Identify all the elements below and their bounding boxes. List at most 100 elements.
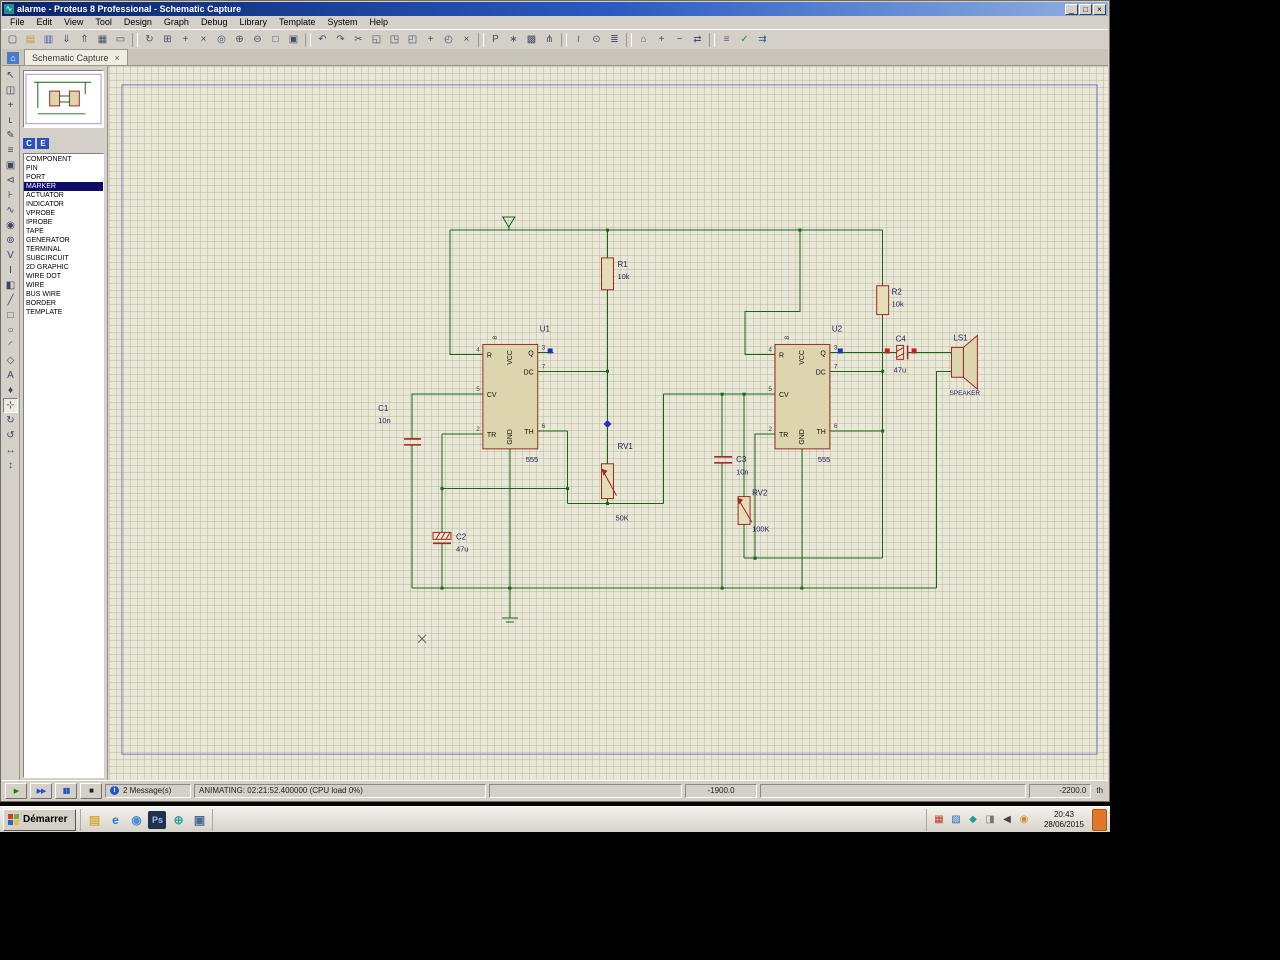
search-button[interactable]: ⊙ [588,32,605,48]
tray-icon-4[interactable]: ◨ [983,813,997,827]
pan-button[interactable]: ◎ [213,32,230,48]
mark-output-area-button[interactable]: ▭ [112,32,129,48]
component-c2[interactable]: C2 47u [432,531,468,553]
toggle-origin-button[interactable]: + [177,32,194,48]
component-c4[interactable]: C4 47u [894,334,909,374]
selection-mode[interactable]: ↖ [3,68,18,83]
import-button[interactable]: ⇓ [58,32,75,48]
stop-button[interactable]: ■ [80,782,102,799]
2d-text-mode[interactable]: A [3,368,18,383]
current-probe-mode[interactable]: I [3,263,18,278]
graph-mode[interactable]: ∿ [3,203,18,218]
redo-button[interactable]: ↷ [332,32,349,48]
minimize-button[interactable]: _ [1065,3,1078,15]
power-terminal[interactable] [501,216,516,229]
2d-path-mode[interactable]: ◇ [3,353,18,368]
bom-button[interactable]: ≡ [718,32,735,48]
component-u2[interactable]: R CV TR Q DC TH VCC GND 8 4 5 2 3 7 6 U2… [768,325,842,464]
block-rotate-button[interactable]: ◴ [440,32,457,48]
style-vprobe[interactable]: VPROBE [24,209,103,218]
component-mode[interactable]: ◫ [3,83,18,98]
paste-button[interactable]: ◳ [386,32,403,48]
style-border[interactable]: BORDER [24,299,103,308]
titlebar[interactable]: ∿ alarme - Proteus 8 Professional - Sche… [2,2,1108,16]
schematic-overview[interactable] [23,70,104,128]
make-device-button[interactable]: ∗ [505,32,522,48]
style-component[interactable]: COMPONENT [24,155,103,164]
component-r2[interactable]: R2 10k [876,285,904,316]
redraw-button[interactable]: ↻ [141,32,158,48]
style-2d-graphic[interactable]: 2D GRAPHIC [24,263,103,272]
style-actuator[interactable]: ACTUATOR [24,191,103,200]
menu-view[interactable]: View [58,16,89,29]
home-icon[interactable]: ⌂ [7,52,19,64]
menu-design[interactable]: Design [118,16,158,29]
wire-autorouter-button[interactable]: ≀ [570,32,587,48]
chrome-icon[interactable]: ◉ [127,811,145,829]
separator[interactable] [709,32,715,47]
style-bus-wire[interactable]: BUS WIRE [24,290,103,299]
schematic-canvas[interactable]: R CV TR Q DC TH VCC GND 8 4 5 2 3 7 6 U1… [109,66,1108,781]
separator[interactable] [305,32,311,47]
tray-icon-3[interactable]: ◆ [966,813,980,827]
packaging-tool-button[interactable]: ▩ [523,32,540,48]
message-cell[interactable]: i 2 Message(s) [105,783,191,798]
menu-debug[interactable]: Debug [195,16,234,29]
separator[interactable] [132,32,138,47]
subcircuit-mode[interactable]: ▣ [3,158,18,173]
2d-marker-mode[interactable]: ⊹ [3,398,18,413]
tray-icon-2[interactable]: ▨ [949,813,963,827]
component-rv1[interactable]: RV1 50K [601,442,634,523]
style-port[interactable]: PORT [24,173,103,182]
tray-icon-1[interactable]: ▦ [932,813,946,827]
device-pins-mode[interactable]: ⊦ [3,188,18,203]
virtual-instruments-mode[interactable]: ◧ [3,278,18,293]
style-template[interactable]: TEMPLATE [24,308,103,317]
selector-e-button[interactable]: E [37,138,49,149]
rotate-clockwise[interactable]: ↻ [3,413,18,428]
menu-graph[interactable]: Graph [158,16,195,29]
y-mirror[interactable]: ↕ [3,458,18,473]
component-ls1[interactable]: LS1 SPEAKER [949,333,980,397]
terminals-mode[interactable]: ⊲ [3,173,18,188]
style-tape[interactable]: TAPE [24,227,103,236]
tape-recorder-mode[interactable]: ◉ [3,218,18,233]
app-window-icon[interactable]: ▣ [190,811,208,829]
style-wire[interactable]: WIRE [24,281,103,290]
netlist-button[interactable]: ⇉ [754,32,771,48]
undo-button[interactable]: ↶ [314,32,331,48]
maximize-button[interactable]: □ [1079,3,1092,15]
2d-circle-mode[interactable]: ○ [3,323,18,338]
internet-explorer-icon[interactable]: e [106,811,124,829]
separator[interactable] [478,32,484,47]
export-button[interactable]: ⇑ [76,32,93,48]
tray-icon-6[interactable]: ◉ [1017,813,1031,827]
zoom-in-button[interactable]: ⊕ [231,32,248,48]
menu-template[interactable]: Template [273,16,322,29]
component-r1[interactable]: R1 10k [601,257,630,291]
save-file-button[interactable]: ▥ [40,32,57,48]
generator-mode[interactable]: ⊚ [3,233,18,248]
x-mirror[interactable]: ↔ [3,443,18,458]
junction-dot-mode[interactable]: + [3,98,18,113]
2d-box-mode[interactable]: □ [3,308,18,323]
cut-button[interactable]: ✂ [350,32,367,48]
zoom-all-button[interactable]: □ [267,32,284,48]
design-explorer-button[interactable]: ⌂ [635,32,652,48]
separator[interactable] [626,32,632,47]
property-assignment-button[interactable]: ≣ [606,32,623,48]
zoom-out-button[interactable]: ⊖ [249,32,266,48]
style-pin[interactable]: PIN [24,164,103,173]
new-sheet-button[interactable]: + [653,32,670,48]
electrical-check-button[interactable]: ✓ [736,32,753,48]
style-terminal[interactable]: TERMINAL [24,245,103,254]
pause-button[interactable]: ▮▮ [55,782,77,799]
origin-marker[interactable] [603,420,612,428]
style-subcircuit[interactable]: SUBCIRCUIT [24,254,103,263]
print-button[interactable]: ▦ [94,32,111,48]
tab-close-icon[interactable]: × [115,53,120,63]
2d-line-mode[interactable]: ╱ [3,293,18,308]
text-script-mode[interactable]: ✎ [3,128,18,143]
style-iprobe[interactable]: IPROBE [24,218,103,227]
style-marker[interactable]: MARKER [24,182,103,191]
